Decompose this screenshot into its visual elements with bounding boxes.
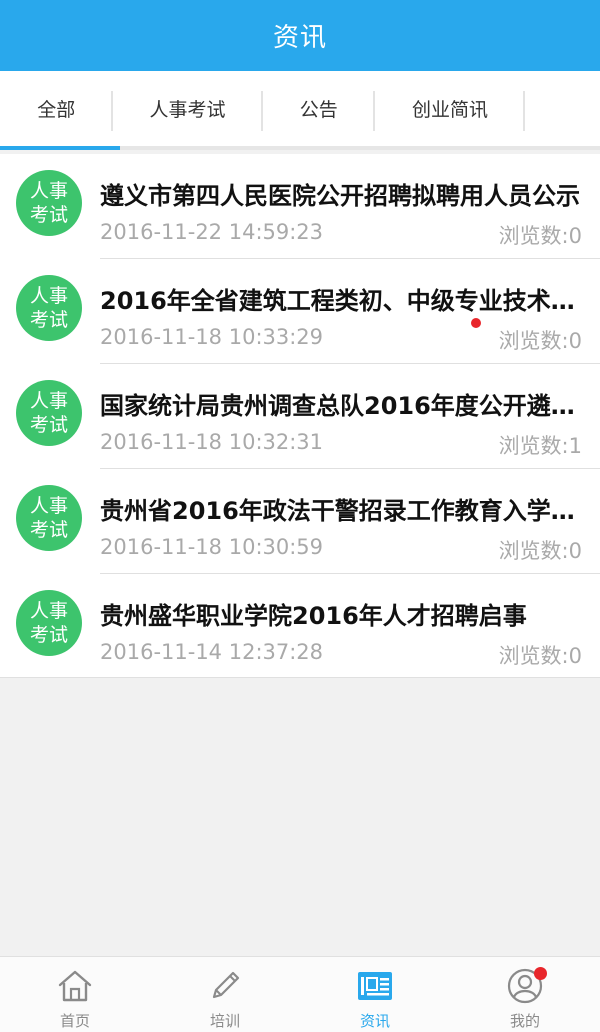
- notification-dot: [534, 967, 547, 980]
- news-item[interactable]: 人事 考试 贵州盛华职业学院2016年人才招聘启事 2016-11-14 12:…: [0, 574, 600, 679]
- bottom-navigation: 首页 培训 资讯 我的: [0, 956, 600, 1032]
- category-badge: 人事 考试: [16, 275, 82, 341]
- news-title[interactable]: 遵义市第四人民医院公开招聘拟聘用人员公示: [100, 176, 582, 211]
- badge-text: 考试: [29, 204, 68, 226]
- nav-profile[interactable]: 我的: [450, 957, 600, 1032]
- badge-text: 人事: [29, 285, 68, 307]
- pencil-icon: [212, 971, 240, 999]
- badge-text: 人事: [29, 495, 68, 517]
- nav-label: 我的: [509, 1012, 540, 1030]
- news-item[interactable]: 人事 考试 遵义市第四人民医院公开招聘拟聘用人员公示 2016-11-22 14…: [0, 154, 600, 259]
- view-count: 浏览数:0: [498, 539, 582, 563]
- news-date: 2016-11-18 10:32:31: [100, 430, 324, 454]
- news-item[interactable]: 人事 考试 贵州省2016年政法干警招录工作教育入学考试 2016-11-18 …: [0, 469, 600, 574]
- view-count: 浏览数:0: [498, 644, 582, 668]
- view-count: 浏览数:0: [498, 329, 582, 353]
- nav-label: 资讯: [359, 1012, 390, 1030]
- news-item[interactable]: 人事 考试 2016年全省建筑工程类初、中级专业技术职务任职资格 2016-11…: [0, 259, 600, 364]
- tab-all[interactable]: 全部: [0, 71, 120, 150]
- home-icon: [58, 970, 92, 1002]
- tab-label: 全部: [37, 99, 76, 121]
- tab-label: 人事考试: [149, 99, 226, 121]
- news-list: 人事 考试 遵义市第四人民医院公开招聘拟聘用人员公示 2016-11-22 14…: [0, 154, 600, 678]
- news-title[interactable]: 国家统计局贵州调查总队2016年度公开遴选公务员: [100, 386, 582, 421]
- category-badge: 人事 考试: [16, 380, 82, 446]
- top-bar: 资讯: [0, 0, 600, 71]
- nav-label: 培训: [209, 1012, 240, 1030]
- badge-text: 考试: [29, 624, 68, 646]
- badge-text: 人事: [29, 180, 68, 202]
- nav-label: 首页: [59, 1012, 90, 1030]
- news-date: 2016-11-22 14:59:23: [100, 220, 324, 244]
- badge-text: 考试: [29, 309, 68, 331]
- tab-label: 公告: [299, 99, 338, 121]
- tab-label: 创业简讯: [411, 99, 488, 121]
- tab-startup-news[interactable]: 创业简讯: [375, 71, 525, 146]
- news-icon: [358, 972, 392, 1000]
- category-badge: 人事 考试: [16, 485, 82, 551]
- news-date: 2016-11-18 10:33:29: [100, 325, 324, 349]
- news-title[interactable]: 贵州盛华职业学院2016年人才招聘启事: [100, 596, 582, 631]
- tab-overflow: [525, 71, 600, 146]
- badge-text: 人事: [29, 600, 68, 622]
- news-date: 2016-11-14 12:37:28: [100, 640, 324, 664]
- page-title: 资讯: [272, 23, 327, 53]
- view-count: 浏览数:1: [498, 434, 582, 458]
- tab-announcement[interactable]: 公告: [263, 71, 376, 146]
- nav-news[interactable]: 资讯: [300, 957, 450, 1032]
- category-badge: 人事 考试: [16, 590, 82, 656]
- badge-text: 考试: [29, 519, 68, 541]
- news-title[interactable]: 贵州省2016年政法干警招录工作教育入学考试: [100, 491, 582, 526]
- category-badge: 人事 考试: [16, 170, 82, 236]
- category-tabs: 全部 人事考试 公告 创业简讯: [0, 71, 600, 150]
- news-item[interactable]: 人事 考试 国家统计局贵州调查总队2016年度公开遴选公务员 2016-11-1…: [0, 364, 600, 469]
- badge-text: 考试: [29, 414, 68, 436]
- view-count: 浏览数:0: [498, 224, 582, 248]
- tab-personnel-exam[interactable]: 人事考试: [113, 71, 263, 146]
- unread-dot: [471, 318, 481, 328]
- nav-home[interactable]: 首页: [0, 957, 150, 1032]
- badge-text: 人事: [29, 390, 68, 412]
- nav-training[interactable]: 培训: [150, 957, 300, 1032]
- news-date: 2016-11-18 10:30:59: [100, 535, 324, 559]
- news-title[interactable]: 2016年全省建筑工程类初、中级专业技术职务任职资格: [100, 281, 582, 316]
